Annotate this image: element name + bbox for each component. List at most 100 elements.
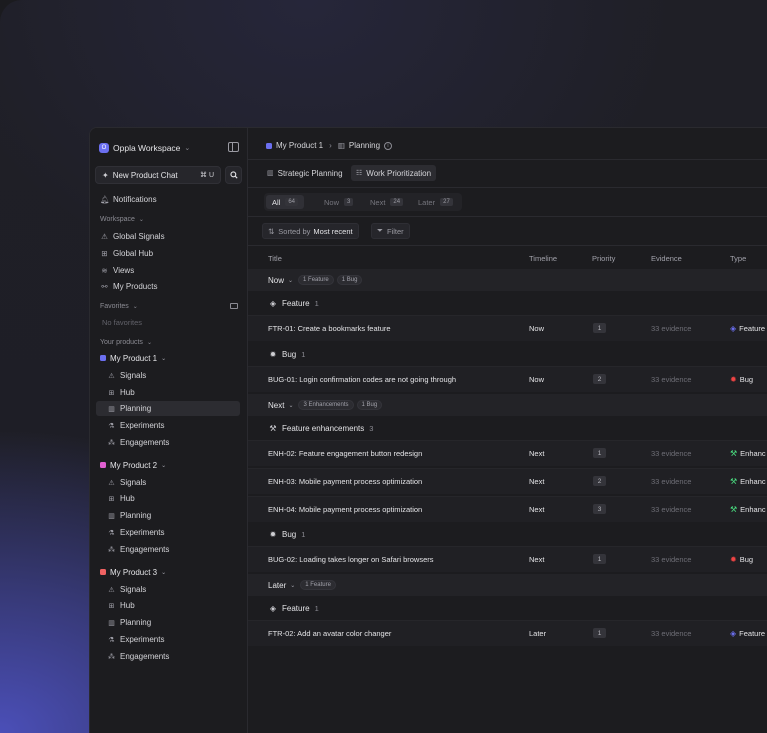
main-content: My Product 1 › ▥ Planning i ▥ Strategic P… [248, 128, 767, 733]
search-button[interactable] [225, 166, 242, 184]
table-row[interactable]: FTR-02: Add an avatar color changer Late… [248, 620, 767, 646]
wrench-icon: ⚒ [730, 477, 738, 486]
divider [248, 187, 767, 188]
signal-icon: ⚠ [108, 586, 115, 594]
filter-later[interactable]: Later 27 [412, 195, 459, 209]
subgroup-bug[interactable]: ✹ Bug 1 [268, 347, 306, 361]
sidebar-item-views[interactable]: ≋ Views [100, 263, 134, 277]
row-title: BUG-02: Loading takes longer on Safari b… [268, 555, 434, 564]
grid-icon: ⊞ [101, 248, 108, 258]
table-row[interactable]: BUG-01: Login confirmation codes are not… [248, 366, 767, 392]
group-header-next[interactable]: Next ⌄ 3 Enhancements 1 Bug [248, 394, 767, 416]
column-title[interactable]: Title [268, 254, 282, 263]
subgroup-feature[interactable]: ◈ Feature 1 [268, 601, 319, 615]
sidebar-item-my-products[interactable]: ⚯ My Products [100, 279, 157, 293]
type-label: Enhanc [740, 477, 766, 486]
sidebar-item-hub[interactable]: ⊞ Hub [96, 491, 240, 506]
group-header-now[interactable]: Now ⌄ 1 Feature 1 Bug [248, 269, 767, 291]
filter-next[interactable]: Next 24 [364, 195, 409, 209]
product-header-1[interactable]: My Product 1 ⌄ [100, 351, 166, 365]
column-type[interactable]: Type [730, 254, 746, 263]
product-header-3[interactable]: My Product 3 ⌄ [100, 565, 166, 579]
sidebar-item-engagements[interactable]: ⁂ Engagements [96, 435, 240, 450]
sidebar-item-global-signals[interactable]: ⚠ Global Signals [100, 229, 164, 243]
chevron-down-icon: ⌄ [161, 569, 167, 576]
column-timeline[interactable]: Timeline [529, 254, 557, 263]
grid-icon: ⊞ [108, 495, 115, 503]
subgroup-feature-enhancements[interactable]: ⚒ Feature enhancements 3 [268, 421, 373, 435]
no-favorites-text: No favorites [102, 318, 143, 327]
product-header-2[interactable]: My Product 2 ⌄ [100, 458, 166, 472]
row-type: ⚒ Enhanc [730, 477, 766, 486]
row-timeline: Next [529, 555, 545, 564]
sidebar-item-experiments[interactable]: ⚗ Experiments [96, 525, 240, 540]
row-timeline: Next [529, 477, 545, 486]
divider [248, 159, 767, 160]
chevron-down-icon: ⌄ [288, 277, 294, 284]
column-evidence[interactable]: Evidence [651, 254, 682, 263]
row-timeline: Now [529, 375, 545, 384]
filter-all[interactable]: All 64 [266, 195, 305, 209]
row-type: ◈ Feature [730, 324, 765, 333]
row-priority: 2 [593, 476, 606, 486]
sidebar-item-label: Views [113, 265, 135, 275]
signal-icon: ⚠ [108, 479, 115, 487]
row-priority: 2 [593, 374, 606, 384]
tab-work-prioritization[interactable]: ☷ Work Prioritization [351, 165, 437, 181]
table-row[interactable]: ENH-02: Feature engagement button redesi… [248, 440, 767, 466]
product-color-dot [100, 355, 106, 361]
column-priority[interactable]: Priority [592, 254, 615, 263]
workspace-section-header[interactable]: Workspace ⌄ [100, 216, 144, 223]
filter-label: Now [324, 197, 340, 207]
sidebar-item-experiments[interactable]: ⚗ Experiments [96, 632, 240, 647]
sidebar-item-engagements[interactable]: ⁂ Engagements [96, 542, 240, 557]
products-section-header[interactable]: Your products ⌄ [100, 339, 152, 346]
sidebar-item-engagements[interactable]: ⁂ Engagements [96, 649, 240, 664]
row-evidence: 33 evidence [651, 449, 692, 458]
sidebar-item-experiments[interactable]: ⚗ Experiments [96, 418, 240, 433]
tab-strategic-planning[interactable]: ▥ Strategic Planning [262, 165, 348, 181]
sidebar-item-signals[interactable]: ⚠ Signals [96, 475, 240, 490]
sidebar-item-label: Hub [120, 494, 135, 503]
group-header-later[interactable]: Later ⌄ 1 Feature [248, 574, 767, 596]
workspace-switcher[interactable]: O Oppla Workspace ⌄ [99, 141, 239, 155]
sidebar-item-hub[interactable]: ⊞ Hub [96, 598, 240, 613]
sidebar-item-notifications[interactable]: 🔔︎ Notifications [100, 192, 157, 206]
sidebar-item-planning[interactable]: ▥ Planning [96, 615, 240, 630]
sidebar-item-signals[interactable]: ⚠ Signals [96, 368, 240, 383]
sort-button[interactable]: ⇅ Sorted by Most recent [262, 223, 359, 239]
filter-now[interactable]: Now 3 [318, 195, 359, 209]
sidebar-item-label: Signals [120, 371, 147, 380]
sidebar-toggle-icon[interactable] [228, 142, 239, 152]
add-folder-icon[interactable] [230, 303, 238, 309]
chevron-down-icon: ⌄ [288, 402, 294, 409]
map-icon: ▥ [337, 141, 345, 150]
favorites-section-header[interactable]: Favorites ⌄ [100, 303, 138, 310]
chevron-right-icon: › [329, 141, 332, 150]
row-title: ENH-04: Mobile payment process optimizat… [268, 505, 423, 514]
sidebar-item-planning[interactable]: ▥ Planning [96, 401, 240, 416]
subgroup-bug[interactable]: ✹ Bug 1 [268, 527, 306, 541]
diamond-icon: ◈ [269, 603, 277, 613]
sidebar-item-planning[interactable]: ▥ Planning [96, 508, 240, 523]
breadcrumb-product[interactable]: My Product 1 [276, 141, 323, 150]
table-row[interactable]: BUG-02: Loading takes longer on Safari b… [248, 546, 767, 572]
info-icon[interactable]: i [384, 141, 393, 150]
table-row[interactable]: ENH-04: Mobile payment process optimizat… [248, 496, 767, 522]
sidebar-item-hub[interactable]: ⊞ Hub [96, 385, 240, 400]
section-label: Your products [100, 339, 143, 346]
subgroup-feature[interactable]: ◈ Feature 1 [268, 296, 319, 310]
divider [248, 245, 767, 246]
sidebar-item-label: Experiments [120, 421, 165, 430]
subgroup-label: Feature [282, 603, 310, 613]
row-priority: 1 [593, 448, 606, 458]
new-product-chat-button[interactable]: ✦ New Product Chat ⌘ U [95, 166, 221, 184]
sidebar-item-signals[interactable]: ⚠ Signals [96, 582, 240, 597]
chevron-down-icon: ⌄ [138, 217, 144, 223]
table-row[interactable]: FTR-01: Create a bookmarks feature Now 1… [248, 315, 767, 341]
sidebar-item-global-hub[interactable]: ⊞ Global Hub [100, 246, 153, 260]
group-label: Now [268, 275, 285, 285]
table-row[interactable]: ENH-03: Mobile payment process optimizat… [248, 468, 767, 494]
filter-button[interactable]: ⏷ Filter [371, 223, 410, 239]
wrench-icon: ⚒ [269, 423, 277, 433]
